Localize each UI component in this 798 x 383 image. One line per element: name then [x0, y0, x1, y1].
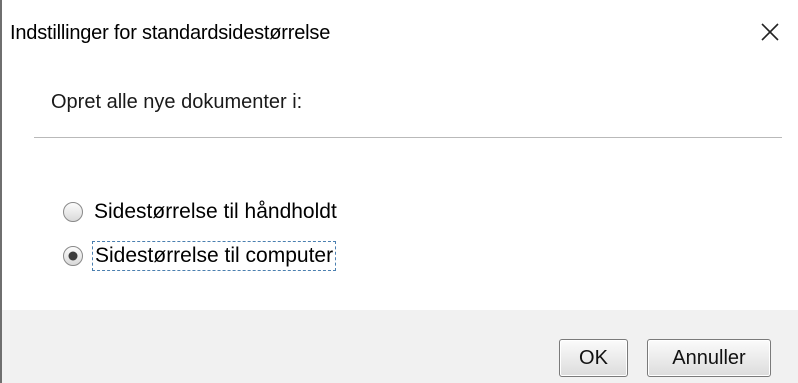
- radio-unselected-icon[interactable]: [62, 201, 84, 223]
- radio-handheld[interactable]: Sidestørrelse til håndholdt: [62, 196, 339, 228]
- close-icon: [761, 23, 779, 41]
- title-bar[interactable]: Indstillinger for standardsidestørrelse: [2, 0, 798, 66]
- dialog-heading: Opret alle nye dokumenter i:: [51, 91, 303, 113]
- radio-label-computer[interactable]: Sidestørrelse til computer: [92, 241, 337, 271]
- radio-label-handheld[interactable]: Sidestørrelse til håndholdt: [92, 198, 339, 226]
- page-size-dialog: Indstillinger for standardsidestørrelse …: [0, 0, 798, 383]
- button-bar: OK Annuller: [2, 310, 798, 383]
- separator: [34, 137, 782, 138]
- dialog-content: Opret alle nye dokumenter i: Sidestørrel…: [2, 66, 798, 310]
- cancel-button[interactable]: Annuller: [647, 339, 771, 377]
- close-button[interactable]: [754, 16, 786, 48]
- radio-computer[interactable]: Sidestørrelse til computer: [62, 240, 337, 272]
- radio-selected-icon[interactable]: [62, 245, 84, 267]
- window-title: Indstillinger for standardsidestørrelse: [10, 22, 331, 44]
- ok-button[interactable]: OK: [559, 339, 628, 377]
